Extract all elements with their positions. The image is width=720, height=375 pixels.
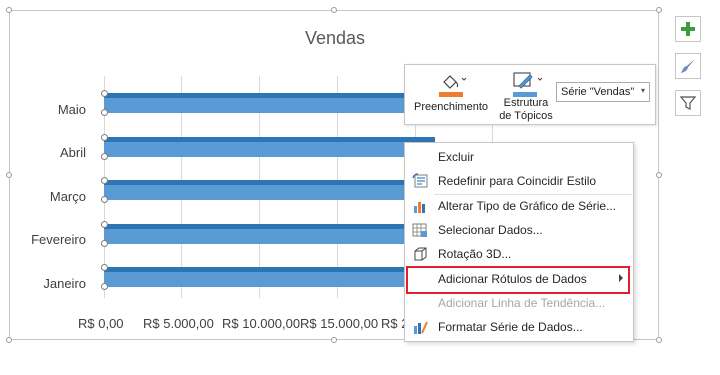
x-tick-label: R$ 10.000,00	[222, 316, 301, 331]
outline-button[interactable]	[510, 70, 546, 98]
bar-março[interactable]	[104, 180, 434, 200]
highlight-box	[406, 266, 630, 294]
bar-selection-handle[interactable]	[101, 90, 108, 97]
resize-handle-top-right[interactable]	[656, 7, 662, 13]
menu-item-add-trendline: Adicionar Linha de Tendência...	[405, 291, 633, 315]
chart-filters-button[interactable]	[675, 90, 701, 116]
pen-outline-icon	[513, 72, 543, 97]
reset-style-icon	[412, 173, 428, 188]
menu-item-change-chart-type[interactable]: Alterar Tipo de Gráfico de Série...	[405, 194, 633, 218]
outline-label-line2: de Tópicos	[499, 110, 553, 122]
fill-button[interactable]	[436, 70, 468, 98]
bar-selection-handle[interactable]	[101, 177, 108, 184]
bar-janeiro[interactable]	[104, 267, 430, 287]
menu-item-format-data-series[interactable]: Formatar Série de Dados...	[405, 315, 633, 339]
bar-selection-handle[interactable]	[101, 109, 108, 116]
menu-item-label: Selecionar Dados...	[438, 223, 543, 237]
category-label: Maio	[57, 102, 86, 117]
filter-icon	[680, 96, 696, 110]
plus-icon	[681, 22, 695, 36]
bar-maio[interactable]	[104, 93, 430, 113]
bar-selection-handle[interactable]	[101, 264, 108, 271]
select-data-icon	[412, 223, 427, 237]
outline-label-line1: Estrutura	[503, 97, 549, 109]
menu-item-select-data[interactable]: Selecionar Dados...	[405, 218, 633, 242]
fill-label: Preenchimento	[414, 101, 488, 113]
category-label: Janeiro	[43, 276, 86, 291]
menu-item-3d-rotation[interactable]: Rotação 3D...	[405, 242, 633, 266]
chevron-down-icon: ▾	[640, 86, 645, 95]
series-dropdown-value: Série "Vendas"	[561, 86, 635, 98]
bar-selection-handle[interactable]	[101, 196, 108, 203]
resize-handle-top-left[interactable]	[6, 7, 12, 13]
chart-title[interactable]: Vendas	[250, 28, 420, 49]
category-label: Abril	[59, 145, 86, 160]
resize-handle-top[interactable]	[331, 7, 337, 13]
rotation-3d-icon	[414, 247, 427, 261]
menu-item-label: Alterar Tipo de Gráfico de Série...	[438, 199, 617, 213]
chart-styles-button[interactable]	[675, 53, 701, 79]
chart-elements-button[interactable]	[675, 16, 701, 42]
menu-item-label: Rotação 3D...	[438, 247, 512, 261]
resize-handle-bottom-left[interactable]	[6, 337, 12, 343]
format-series-icon	[414, 321, 428, 334]
bar-fevereiro[interactable]	[104, 224, 438, 244]
x-tick-label: R$ 0,00	[78, 316, 124, 331]
series-dropdown[interactable]: Série "Vendas" ▾	[556, 82, 650, 102]
bar-abril[interactable]	[104, 137, 435, 157]
resize-handle-left[interactable]	[6, 172, 12, 178]
menu-item-reset-style[interactable]: Redefinir para Coincidir Estilo	[405, 169, 633, 193]
chart-type-icon	[414, 202, 425, 213]
menu-item-label: Excluir	[438, 150, 475, 164]
category-label: Março	[49, 189, 86, 204]
bar-selection-handle[interactable]	[101, 153, 108, 160]
resize-handle-right[interactable]	[656, 172, 662, 178]
x-tick-label: R$ 15.000,00	[300, 316, 379, 331]
category-label: Fevereiro	[31, 232, 86, 247]
outline-label: Estrutura de Tópicos	[492, 97, 560, 123]
paint-bucket-icon	[439, 75, 467, 97]
bar-selection-handle[interactable]	[101, 221, 108, 228]
bar-selection-handle[interactable]	[101, 283, 108, 290]
menu-item-label: Redefinir para Coincidir Estilo	[438, 174, 597, 188]
bar-selection-handle[interactable]	[101, 134, 108, 141]
menu-item-label: Formatar Série de Dados...	[438, 320, 583, 334]
resize-handle-bottom[interactable]	[331, 337, 337, 343]
menu-item-delete[interactable]: Excluir	[405, 145, 633, 169]
resize-handle-bottom-right[interactable]	[656, 337, 662, 343]
x-tick-label: R$ 5.000,00	[143, 316, 214, 331]
bar-selection-handle[interactable]	[101, 240, 108, 247]
menu-item-label: Adicionar Linha de Tendência...	[438, 296, 606, 310]
brush-icon	[681, 59, 695, 73]
